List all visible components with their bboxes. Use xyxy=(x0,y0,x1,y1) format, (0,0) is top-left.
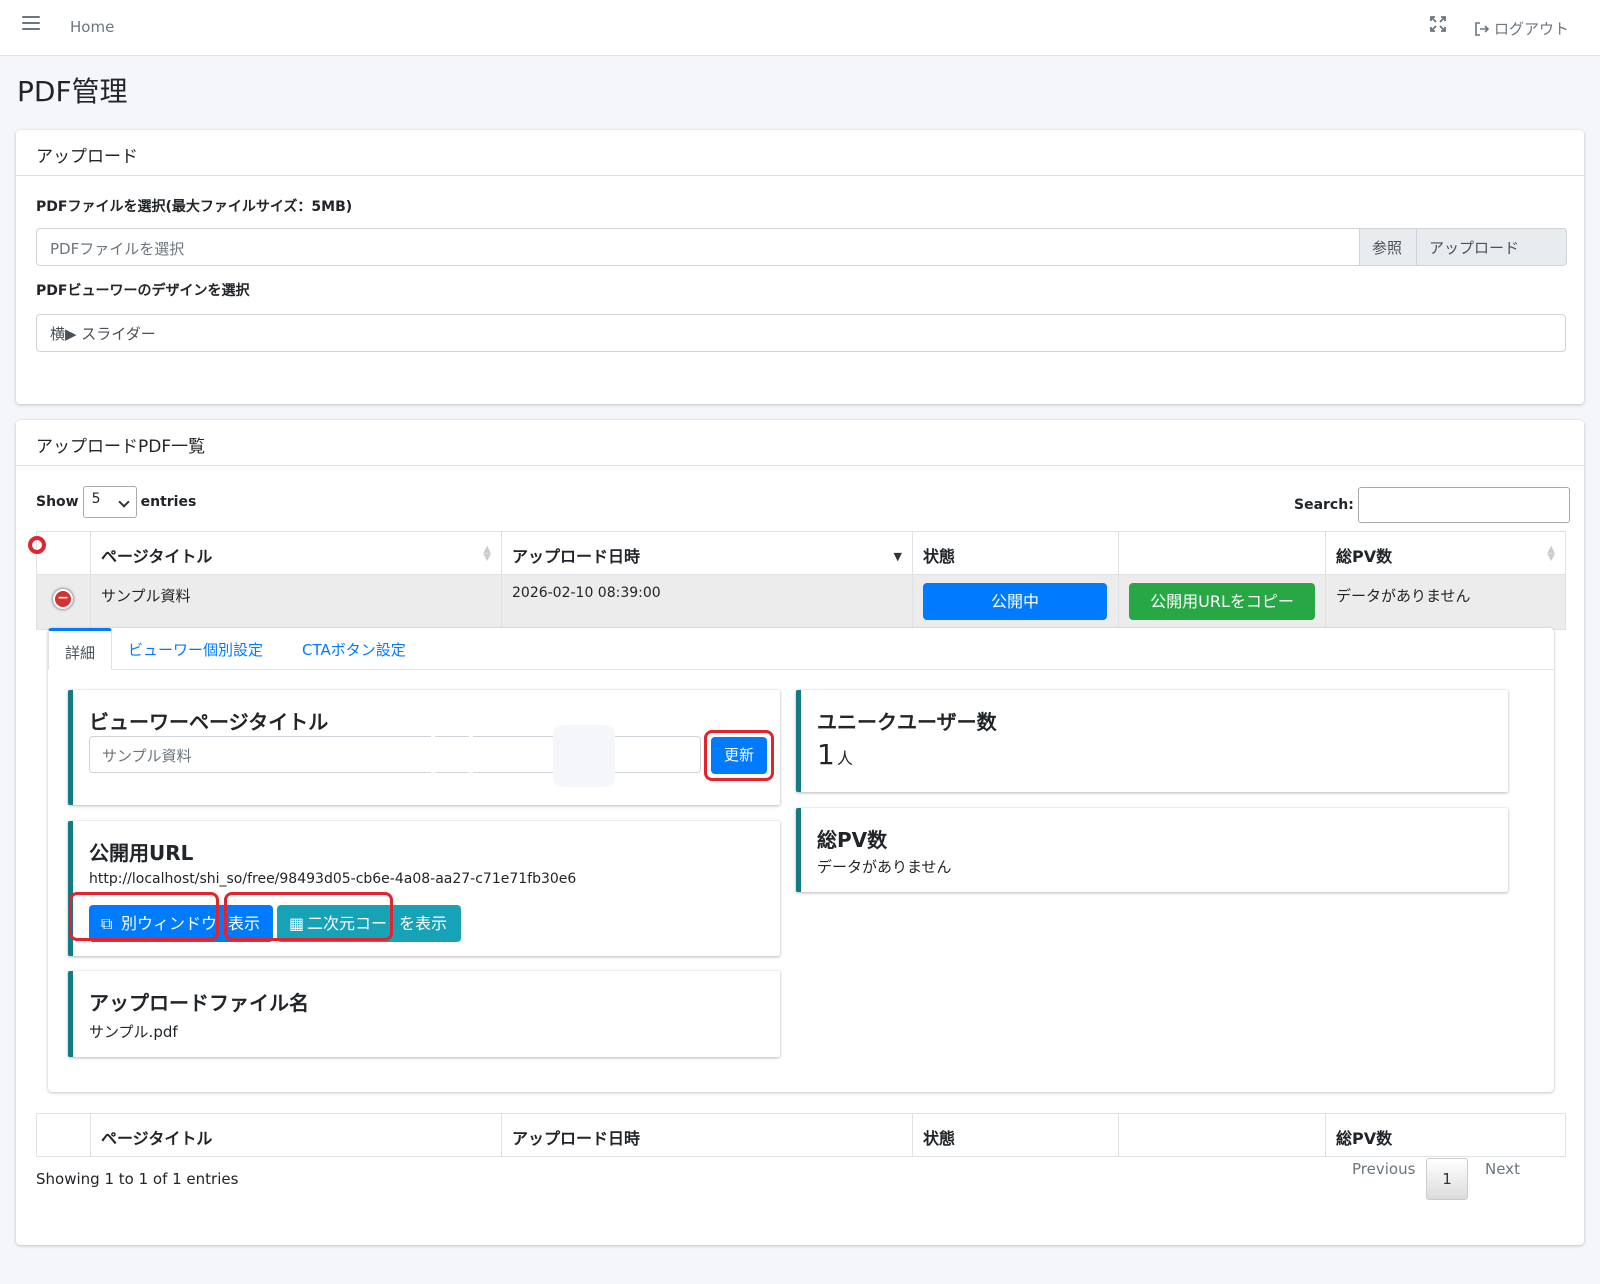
row-title: サンプル資料 xyxy=(90,574,502,630)
show-qr-code-button[interactable]: ▦ 二次元コー を表示 xyxy=(277,905,461,942)
public-url-label: 公開用URL xyxy=(89,841,194,865)
unique-users-value: 1 xyxy=(817,738,835,771)
footer-expand-column xyxy=(36,1113,91,1157)
detail-tabs: 詳細 ビューワー個別設定 CTAボタン設定 xyxy=(48,628,1554,670)
previous-page-button[interactable]: Previous xyxy=(1352,1160,1415,1178)
viewer-title-box: ビューワーページタイトル サンプル資料 更新 xyxy=(68,690,780,805)
qrcode-icon: ▦ xyxy=(289,914,305,933)
tab-cta-settings[interactable]: CTAボタン設定 xyxy=(286,628,422,670)
page-1-button[interactable]: 1 xyxy=(1426,1158,1468,1200)
column-header-status: 状態 xyxy=(912,531,1119,575)
unique-users-box: ユニークユーザー数 1人 xyxy=(796,690,1508,792)
page-title: PDF管理 xyxy=(17,75,128,108)
file-placeholder: PDFファイルを選択 xyxy=(50,240,185,258)
footer-column-actions xyxy=(1118,1113,1326,1157)
external-link-icon: ⧉ xyxy=(101,914,113,933)
tab-details[interactable]: 詳細 xyxy=(48,628,113,670)
file-name-value: サンプル.pdf xyxy=(89,1023,178,1041)
collapse-row-icon[interactable]: − xyxy=(53,589,73,609)
row-copy-cell: 公開用URLをコピー xyxy=(1118,574,1326,630)
pdf-file-input[interactable]: PDFファイルを選択 参照 アップロード xyxy=(36,228,1567,266)
row-status-cell: 公開中 xyxy=(912,574,1119,630)
overlay-block xyxy=(553,725,615,787)
column-header-label: 総PV数 xyxy=(1336,547,1393,566)
open-window-label-a: 別ウィンドウ xyxy=(121,914,218,933)
update-title-button[interactable]: 更新 xyxy=(711,737,767,774)
top-navbar: Home ログアウト xyxy=(0,0,1600,56)
total-pv-label: 総PV数 xyxy=(817,828,888,852)
qr-label-b: を表示 xyxy=(399,914,448,933)
search-input[interactable] xyxy=(1357,487,1570,523)
column-header-date[interactable]: アップロード日時 ▼ xyxy=(501,531,913,575)
footer-column-pv: 総PV数 xyxy=(1325,1113,1566,1157)
column-header-label: ページタイトル xyxy=(101,547,213,566)
qr-label-a: 二次元コー xyxy=(307,914,388,933)
nav-home-link[interactable]: Home xyxy=(70,18,114,36)
column-header-title[interactable]: ページタイトル ▲ ▼ xyxy=(90,531,502,575)
expand-column-header xyxy=(36,531,91,575)
row-date: 2026-02-10 08:39:00 xyxy=(501,574,913,630)
entries-label: entries xyxy=(140,494,197,510)
sort-icon: ▲ ▼ xyxy=(483,544,491,563)
menu-icon[interactable] xyxy=(22,16,40,32)
footer-column-status: 状態 xyxy=(912,1113,1119,1157)
column-header-label: 状態 xyxy=(923,547,956,566)
column-header-label: アップロード日時 xyxy=(512,547,641,566)
copy-url-button[interactable]: 公開用URLをコピー xyxy=(1129,583,1315,620)
viewer-design-select[interactable]: 横▶ スライダー xyxy=(36,314,1566,352)
browse-button[interactable]: 参照 xyxy=(1359,228,1417,266)
search-control: Search: xyxy=(1294,487,1570,523)
sign-out-icon xyxy=(1475,21,1490,36)
public-url-box: 公開用URL http://localhost/shi_so/free/9849… xyxy=(68,821,780,956)
file-name-label: アップロードファイル名 xyxy=(89,991,309,1015)
tab-viewer-settings[interactable]: ビューワー個別設定 xyxy=(112,628,279,670)
open-new-window-button[interactable]: ⧉ 別ウィンドウ 表示 xyxy=(89,905,273,942)
unique-users-unit: 人 xyxy=(836,749,853,768)
showing-entries-info: Showing 1 to 1 of 1 entries xyxy=(36,1170,239,1188)
highlight-marker xyxy=(28,536,46,554)
file-name-box: アップロードファイル名 サンプル.pdf xyxy=(68,971,780,1057)
sort-desc-icon: ▼ xyxy=(893,550,902,563)
input-gap xyxy=(431,736,435,773)
total-pv-box: 総PV数 データがありません xyxy=(796,808,1508,892)
viewer-title-label: ビューワーページタイトル xyxy=(89,710,329,734)
upload-card-header: アップロード xyxy=(16,130,1584,176)
public-url-text: http://localhost/shi_so/free/98493d05-cb… xyxy=(89,871,577,887)
logout-label: ログアウト xyxy=(1494,20,1570,38)
unique-users-stat: 1人 xyxy=(817,738,853,771)
file-label: PDFファイルを選択(最大ファイルサイズ：5MB) xyxy=(36,199,353,215)
upload-button[interactable]: アップロード xyxy=(1416,228,1567,266)
published-status-button[interactable]: 公開中 xyxy=(923,583,1107,620)
pdf-list-card: アップロードPDF一覧 Show 5 entries Search: ページタイ… xyxy=(16,420,1584,1245)
footer-column-date: アップロード日時 xyxy=(501,1113,913,1157)
design-label: PDFビューワーのデザインを選択 xyxy=(36,283,250,299)
column-header-pv[interactable]: 総PV数 ▲ ▼ xyxy=(1325,531,1566,575)
row-pv: データがありません xyxy=(1325,574,1566,630)
upload-card: アップロード PDFファイルを選択(最大ファイルサイズ：5MB) PDFファイル… xyxy=(16,130,1584,404)
show-label: Show xyxy=(36,494,79,510)
sort-icon: ▲ ▼ xyxy=(1547,544,1555,563)
open-window-label-b: 表示 xyxy=(228,914,261,933)
unique-users-label: ユニークユーザー数 xyxy=(817,710,997,734)
search-label: Search: xyxy=(1294,497,1354,513)
column-header-actions xyxy=(1118,531,1326,575)
total-pv-value: データがありません xyxy=(817,858,952,876)
row-detail-panel: 詳細 ビューワー個別設定 CTAボタン設定 ビューワーページタイトル サンプル資… xyxy=(48,628,1554,1092)
footer-column-title: ページタイトル xyxy=(90,1113,502,1157)
pdf-list-header: アップロードPDF一覧 xyxy=(16,420,1584,466)
next-page-button[interactable]: Next xyxy=(1485,1160,1520,1178)
logout-link[interactable]: ログアウト xyxy=(1474,18,1569,39)
input-gap xyxy=(469,736,473,773)
entries-select[interactable]: 5 xyxy=(82,486,137,518)
show-entries-control: Show 5 entries xyxy=(36,486,196,518)
row-expand-cell: − xyxy=(36,574,91,630)
fullscreen-icon[interactable] xyxy=(1428,14,1448,34)
